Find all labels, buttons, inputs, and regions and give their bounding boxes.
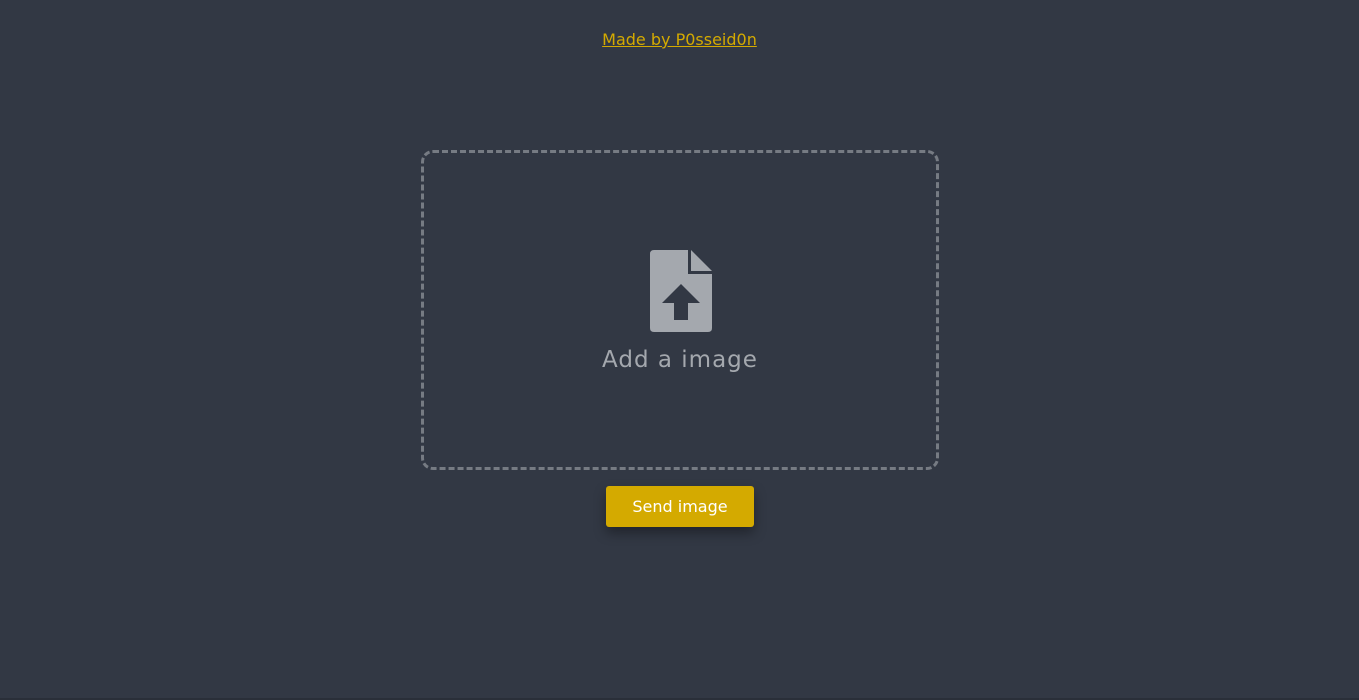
image-dropzone[interactable]: Add a image (421, 150, 939, 470)
page: Made by P0sseid0n Add a image Send image (0, 0, 1359, 700)
credit-link[interactable]: Made by P0sseid0n (0, 30, 1359, 50)
dropzone-label: Add a image (602, 347, 758, 373)
file-upload-icon (650, 250, 712, 332)
send-image-button[interactable]: Send image (606, 486, 754, 527)
